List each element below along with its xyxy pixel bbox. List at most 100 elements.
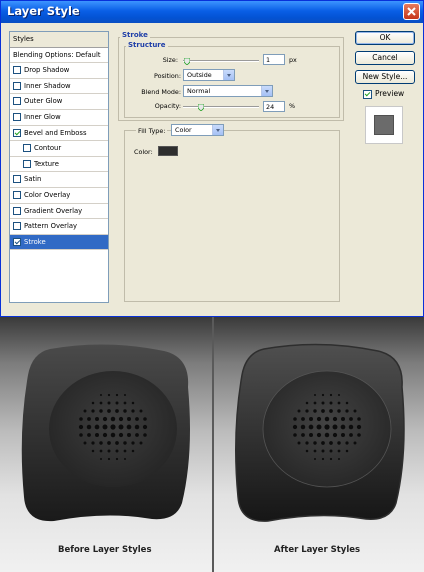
grille-hole [110,416,116,422]
ok-button[interactable]: OK [355,31,415,45]
grille-hole [300,424,306,430]
style-item-checkbox[interactable] [13,191,21,199]
new-style-button[interactable]: New Style... [355,70,415,84]
style-item-checkbox[interactable] [13,128,21,137]
position-select[interactable]: Outside [183,69,235,81]
style-item-checkbox[interactable] [13,237,21,246]
blend-mode-select[interactable]: Normal [183,85,273,97]
grille-hole [99,401,103,405]
grille-hole [301,433,305,437]
speaker-after-image [235,343,405,522]
size-unit: px [289,56,297,64]
style-item[interactable]: Blending Options: Default [10,48,108,64]
style-item-checkbox[interactable] [13,206,21,215]
grille-hole [340,424,346,430]
style-item[interactable]: Texture [10,157,108,173]
grille-hole [345,409,349,413]
style-item-checkbox[interactable] [23,144,31,153]
style-item[interactable]: Pattern Overlay [10,219,108,235]
style-item[interactable]: Color Overlay [10,188,108,204]
preview-label: Preview [375,89,405,98]
style-item-checkbox[interactable] [13,222,21,231]
size-input[interactable]: 1 [263,54,285,65]
grille-hole [321,449,325,453]
styles-header: Styles [10,32,108,48]
grille-hole [313,441,317,445]
grille-hole [345,401,349,405]
style-item-checkbox[interactable] [13,113,21,121]
fill-group [124,130,340,302]
grille-hole [349,433,353,437]
grille-hole [123,393,127,397]
style-item-checkbox[interactable] [13,66,21,75]
style-item-label: Bevel and Emboss [24,128,87,137]
layer-style-dialog: Layer Style Styles Blending Options: Def… [0,0,424,317]
before-panel: Before Layer Styles [0,317,212,572]
grille-hole [110,432,116,438]
color-label: Color: [134,148,153,156]
grille-hole [131,441,135,445]
after-caption: After Layer Styles [274,545,361,555]
grille-hole [123,401,127,405]
grille-hole [332,432,338,438]
preview-checkbox[interactable] [363,90,372,99]
opacity-slider-thumb[interactable] [198,104,205,111]
grille-hole [337,409,341,413]
style-item[interactable]: Stroke [10,234,108,251]
before-caption: Before Layer Styles [58,545,152,555]
grille-hole [308,432,314,438]
grille-hole [305,409,309,413]
grille-hole [87,417,91,421]
grille-hole [337,401,341,405]
close-button[interactable] [403,3,420,20]
grille-hole [86,424,92,430]
grille-hole [91,449,95,453]
grille-hole [107,409,111,413]
style-item-checkbox[interactable] [13,81,21,90]
style-item[interactable]: Gradient Overlay [10,204,108,220]
grille-hole [308,424,314,430]
opacity-input[interactable]: 24 [263,101,285,112]
comparison-area: Before Layer Styles After Layer Styles [0,317,424,572]
grille-hole [321,401,325,405]
position-label: Position: [153,72,181,80]
stroke-color-swatch[interactable] [158,146,178,156]
style-item-checkbox[interactable] [23,159,31,168]
size-slider[interactable] [183,60,259,62]
grille-hole [293,417,297,421]
grille-hole [118,416,124,422]
style-item[interactable]: Drop Shadow [10,63,108,79]
grille-hole [102,432,108,438]
style-item[interactable]: Satin [10,172,108,188]
page: Layer Style Styles Blending Options: Def… [0,0,424,572]
grille-hole [356,424,362,430]
grille-hole [139,409,143,413]
style-item[interactable]: Contour [10,141,108,157]
grille-hole [143,417,147,421]
grille-hole [94,416,100,422]
size-slider-thumb[interactable] [183,58,190,65]
fill-type-select[interactable]: Color [171,124,224,136]
grille-hole [107,441,111,445]
grille-hole [94,424,100,430]
style-item[interactable]: Outer Glow [10,94,108,110]
grille-hole [91,441,95,445]
cancel-button[interactable]: Cancel [355,51,415,65]
style-item[interactable]: Bevel and Emboss [10,126,108,142]
grille-hole [324,416,330,422]
style-item[interactable]: Inner Glow [10,110,108,126]
grille-hole [329,457,333,461]
grille-hole [115,441,119,445]
grille-hole [99,457,103,461]
title-bar[interactable]: Layer Style [1,1,423,23]
grille-hole [305,441,309,445]
style-item-checkbox[interactable] [13,97,21,106]
style-item-checkbox[interactable] [13,175,21,184]
opacity-slider[interactable] [183,106,259,108]
fill-type-value: Color [175,126,192,134]
grille-hole [99,441,103,445]
grille-hole [78,424,84,430]
style-item-label: Blending Options: Default [13,50,101,59]
style-item[interactable]: Inner Shadow [10,79,108,95]
preview-swatch [374,115,394,135]
